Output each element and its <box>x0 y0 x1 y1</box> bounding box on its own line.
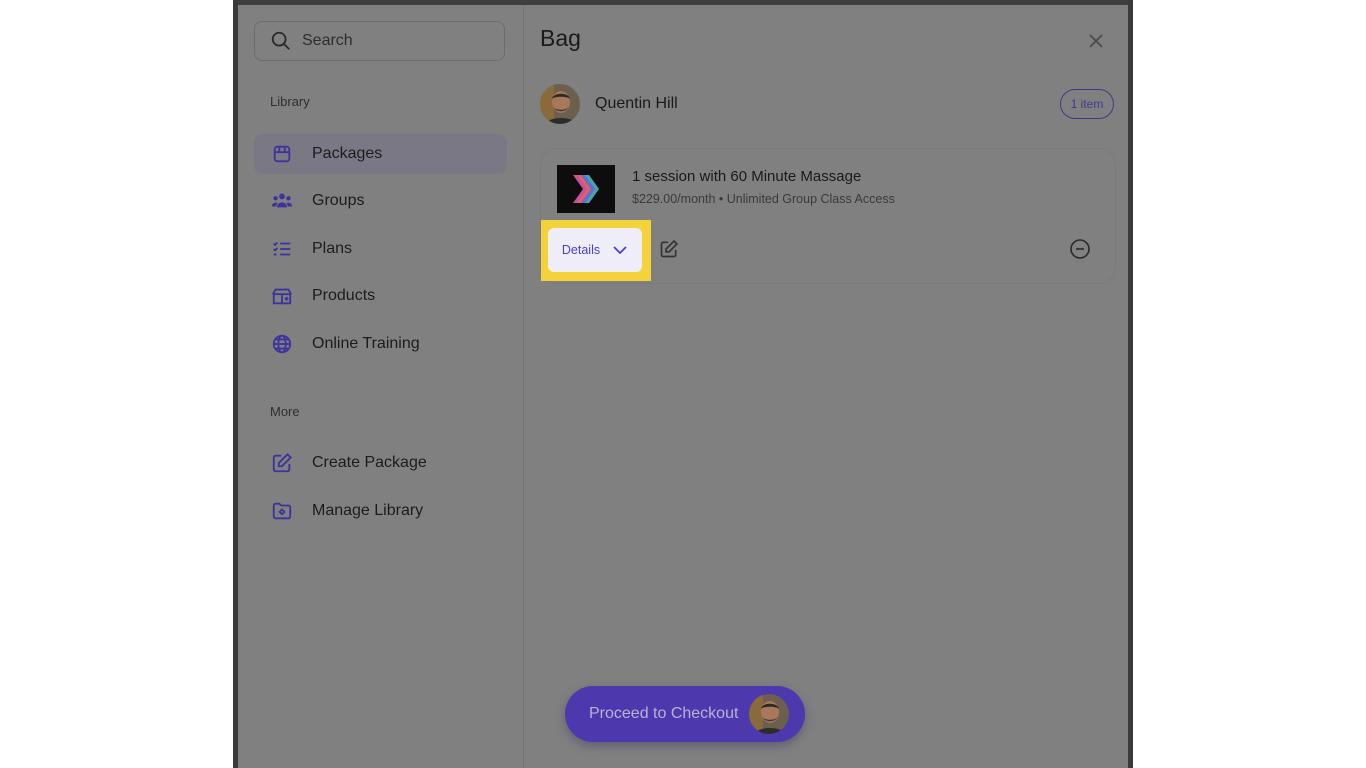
avatar <box>540 84 580 124</box>
sidebar-item-label: Plans <box>312 240 353 257</box>
details-label: Details <box>561 243 601 257</box>
library-section-label: Library <box>270 94 310 109</box>
proceed-to-checkout-button[interactable]: Proceed to Checkout <box>565 686 805 742</box>
remove-item-icon[interactable] <box>1068 237 1092 261</box>
customer-name: Quentin Hill <box>595 95 678 112</box>
sidebar-item-plans[interactable]: Plans <box>254 229 507 269</box>
sidebar-item-label: Manage Library <box>312 502 424 519</box>
search-icon <box>271 31 290 50</box>
sidebar-item-products[interactable]: Products <box>254 276 507 316</box>
library-sidebar: Library Packages Groups Plans Products <box>238 5 524 768</box>
sidebar-item-create-package[interactable]: Create Package <box>254 443 507 483</box>
sidebar-item-manage-library[interactable]: Manage Library <box>254 491 507 531</box>
checkout-label: Proceed to Checkout <box>589 705 739 722</box>
edit-item-icon[interactable] <box>659 239 679 259</box>
package-thumbnail <box>557 165 615 213</box>
groups-icon <box>270 189 294 213</box>
item-title: 1 session with 60 Minute Massage <box>632 168 862 185</box>
sidebar-item-packages[interactable]: Packages <box>254 134 507 174</box>
search-box[interactable] <box>254 21 505 61</box>
bag-panel: Bag Quentin Hill 1 item 1 session with 6… <box>524 5 1128 768</box>
item-count-badge: 1 item <box>1060 89 1114 119</box>
chevron-down-icon <box>613 246 627 255</box>
sidebar-item-label: Online Training <box>312 335 420 352</box>
details-highlight: Details <box>541 220 651 281</box>
package-icon <box>270 142 294 166</box>
search-input[interactable] <box>302 32 482 50</box>
edit-icon <box>270 451 294 475</box>
item-subtitle: $229.00/month • Unlimited Group Class Ac… <box>632 192 895 206</box>
checkout-avatar <box>749 694 789 734</box>
sidebar-item-label: Packages <box>312 145 383 162</box>
globe-icon <box>270 332 294 356</box>
close-icon[interactable] <box>1084 29 1108 53</box>
page-title: Bag <box>540 25 581 51</box>
library-bag-modal: Library Packages Groups Plans Products <box>238 5 1128 768</box>
sidebar-item-label: Create Package <box>312 454 427 471</box>
more-section-label: More <box>270 404 300 419</box>
bag-item-card: 1 session with 60 Minute Massage $229.00… <box>540 148 1116 284</box>
folder-settings-icon <box>270 499 294 523</box>
plans-icon <box>270 237 294 261</box>
backdrop-right-edge <box>1128 0 1133 768</box>
sidebar-item-label: Products <box>312 287 376 304</box>
details-button[interactable]: Details <box>548 228 642 272</box>
sidebar-item-groups[interactable]: Groups <box>254 181 507 221</box>
sidebar-item-online-training[interactable]: Online Training <box>254 324 507 364</box>
products-icon <box>270 284 294 308</box>
sidebar-item-label: Groups <box>312 192 365 209</box>
